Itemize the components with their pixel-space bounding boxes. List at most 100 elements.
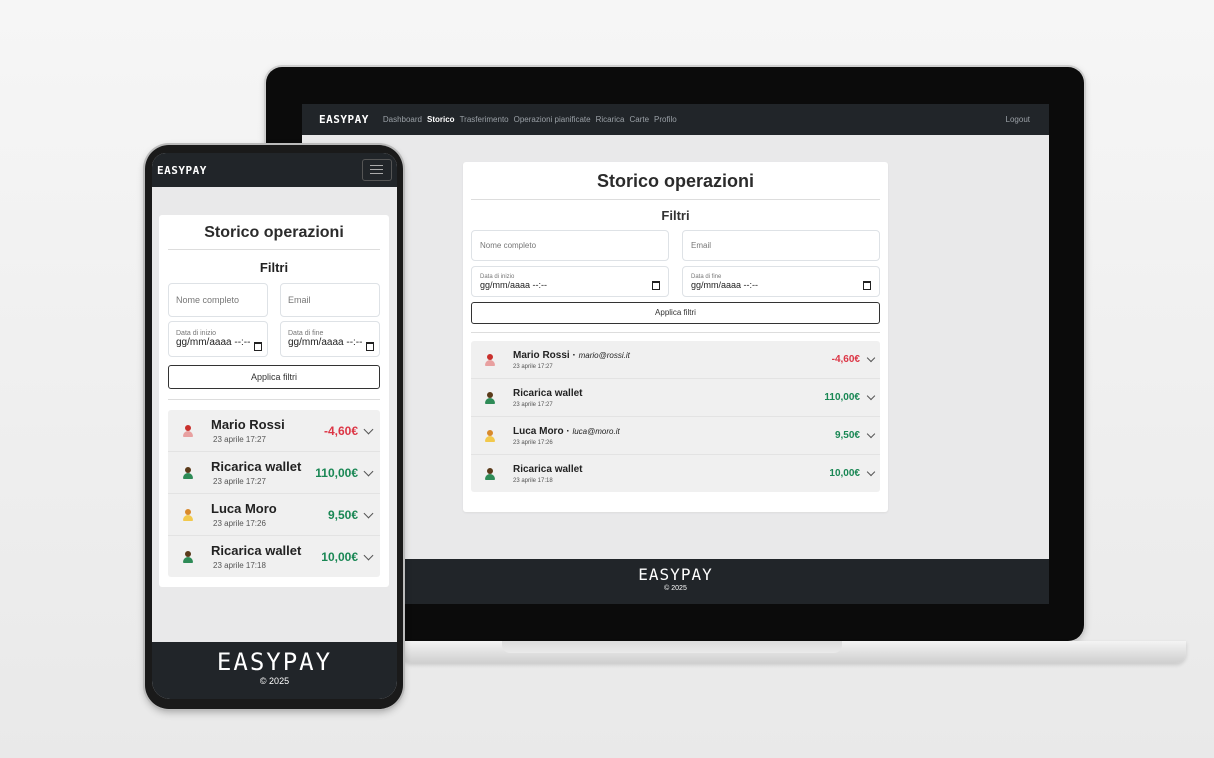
end-date-value: gg/mm/aaaa --:--: [691, 279, 759, 290]
chevron-down-icon[interactable]: [363, 466, 374, 477]
start-date-input[interactable]: Data di inizio gg/mm/aaaa --:--: [471, 266, 669, 297]
transaction-name: Luca Moro: [211, 501, 277, 516]
transaction-amount: 110,00€: [824, 392, 860, 403]
name-input[interactable]: Nome completo: [168, 283, 268, 317]
chevron-down-icon[interactable]: [866, 353, 876, 363]
chevron-down-icon[interactable]: [363, 508, 374, 519]
transaction-amount: 110,00€: [315, 465, 358, 480]
transaction-name: Ricarica wallet: [211, 543, 302, 558]
phone-screen: EASYPAY Storico operazioni Filtri Nome c…: [152, 153, 397, 699]
transaction-info: Ricarica wallet 23 aprile 17:27: [513, 388, 582, 408]
navbar-brand[interactable]: EASYPAY: [319, 113, 369, 126]
end-date-input[interactable]: Data di fine gg/mm/aaaa --:--: [682, 266, 880, 297]
nav-profilo[interactable]: Profilo: [654, 115, 677, 124]
avatar-yellow-person-icon: [181, 508, 195, 522]
transaction-row[interactable]: Luca Moro 23 aprile 17:26 9,50€: [168, 494, 380, 536]
navbar-brand[interactable]: EASYPAY: [157, 164, 207, 177]
history-card: Storico operazioni Filtri Nome completo …: [159, 215, 389, 587]
filter-row-2: Data di inizio gg/mm/aaaa --:-- Data di …: [168, 321, 380, 357]
apply-filters-button[interactable]: Applica filtri: [471, 302, 880, 324]
transaction-info: Luca Moro · luca@moro.it 23 aprile 17:26: [513, 426, 620, 446]
transaction-amount: -4,60€: [323, 423, 358, 438]
transaction-info: Mario Rossi 23 aprile 17:27: [211, 417, 285, 444]
transaction-row[interactable]: Luca Moro · luca@moro.it 23 aprile 17:26…: [471, 417, 880, 455]
laptop-notch: [502, 641, 842, 653]
start-date-label: Data di inizio: [176, 330, 217, 337]
transaction-amount: -4,60€: [831, 354, 860, 365]
avatar-green-person-icon: [483, 467, 497, 481]
calendar-icon[interactable]: [366, 342, 374, 351]
footer-copyright: © 2025: [259, 676, 290, 686]
chevron-down-icon[interactable]: [363, 424, 374, 435]
transaction-row[interactable]: Mario Rossi · mario@rossi.it 23 aprile 1…: [471, 341, 880, 379]
nav-storico[interactable]: Storico: [427, 115, 455, 124]
transaction-date: 23 aprile 17:27: [513, 363, 553, 370]
transaction-name: Ricarica wallet: [513, 463, 583, 475]
transaction-name: Mario Rossi: [211, 417, 285, 432]
transaction-amount: 10,00€: [321, 549, 358, 564]
chevron-down-icon[interactable]: [866, 391, 876, 401]
filter-row-2: Data di inizio gg/mm/aaaa --:-- Data di …: [471, 266, 880, 297]
filters-title: Filtri: [661, 208, 690, 223]
avatar-green-person-icon: [181, 550, 195, 564]
apply-filters-button[interactable]: Applica filtri: [168, 365, 380, 389]
transaction-amount: 10,00€: [829, 468, 860, 479]
transaction-name: Luca Moro: [513, 425, 564, 437]
transaction-info: Mario Rossi · mario@rossi.it 23 aprile 1…: [513, 350, 630, 370]
nav-ricarica[interactable]: Ricarica: [596, 115, 625, 124]
avatar-green-person-icon: [483, 391, 497, 405]
history-card: Storico operazioni Filtri Nome completo …: [463, 162, 888, 512]
transaction-date: 23 aprile 17:27: [213, 435, 266, 444]
transaction-date: 23 aprile 17:26: [513, 439, 553, 446]
footer-brand: EASYPAY: [638, 565, 713, 584]
chevron-down-icon[interactable]: [866, 467, 876, 477]
filter-row-1: Nome completo Email: [168, 283, 380, 317]
transaction-email: luca@moro.it: [572, 426, 620, 436]
phone-footer: EASYPAY © 2025: [152, 642, 397, 699]
phone-navbar: EASYPAY: [152, 153, 397, 187]
chevron-down-icon[interactable]: [363, 550, 374, 561]
nav-dashboard[interactable]: Dashboard: [383, 115, 422, 124]
nav-carte[interactable]: Carte: [629, 115, 649, 124]
laptop-footer: EASYPAY © 2025: [302, 559, 1049, 604]
transaction-name: Ricarica wallet: [513, 387, 583, 399]
transaction-email: mario@rossi.it: [578, 350, 630, 360]
calendar-icon[interactable]: [652, 281, 660, 290]
name-input[interactable]: Nome completo: [471, 230, 669, 261]
end-date-input[interactable]: Data di fine gg/mm/aaaa --:--: [280, 321, 380, 357]
avatar-yellow-person-icon: [483, 429, 497, 443]
transaction-title: Luca Moro · luca@moro.it: [513, 425, 620, 437]
avatar-red-person-icon: [181, 424, 195, 438]
transaction-name: Mario Rossi: [513, 349, 570, 361]
transaction-row[interactable]: Ricarica wallet 23 aprile 17:27 110,00€: [168, 452, 380, 494]
transaction-info: Ricarica wallet 23 aprile 17:27: [211, 459, 301, 486]
laptop-base: [402, 641, 1186, 663]
transaction-amount: 9,50€: [327, 507, 358, 522]
page-title: Storico operazioni: [471, 162, 880, 200]
transaction-row[interactable]: Ricarica wallet 23 aprile 17:27 110,00€: [471, 379, 880, 417]
nav-logout[interactable]: Logout: [1006, 115, 1030, 124]
chevron-down-icon[interactable]: [866, 429, 876, 439]
nav-operazioni-pianificate[interactable]: Operazioni pianificate: [514, 115, 591, 124]
transaction-row[interactable]: Mario Rossi 23 aprile 17:27 -4,60€: [168, 410, 380, 452]
calendar-icon[interactable]: [254, 342, 262, 351]
divider: [471, 332, 880, 333]
start-date-input[interactable]: Data di inizio gg/mm/aaaa --:--: [168, 321, 268, 357]
transaction-row[interactable]: Ricarica wallet 23 aprile 17:18 10,00€: [168, 536, 380, 577]
transaction-info: Ricarica wallet 23 aprile 17:18: [211, 543, 301, 570]
transaction-date: 23 aprile 17:18: [213, 561, 266, 570]
divider: [168, 399, 380, 400]
filters-title: Filtri: [259, 260, 289, 275]
transaction-list: Mario Rossi · mario@rossi.it 23 aprile 1…: [471, 341, 880, 492]
transaction-date: 23 aprile 17:18: [513, 477, 553, 484]
filter-row-1: Nome completo Email: [471, 230, 880, 261]
transaction-list: Mario Rossi 23 aprile 17:27 -4,60€ Ricar…: [168, 410, 380, 577]
email-input[interactable]: Email: [280, 283, 380, 317]
calendar-icon[interactable]: [863, 281, 871, 290]
transaction-row[interactable]: Ricarica wallet 23 aprile 17:18 10,00€: [471, 455, 880, 492]
nav-trasferimento[interactable]: Trasferimento: [460, 115, 509, 124]
email-input[interactable]: Email: [682, 230, 880, 261]
start-date-value: gg/mm/aaaa --:--: [480, 279, 548, 290]
transaction-date: 23 aprile 17:27: [213, 477, 266, 486]
hamburger-menu-icon[interactable]: [362, 159, 392, 181]
